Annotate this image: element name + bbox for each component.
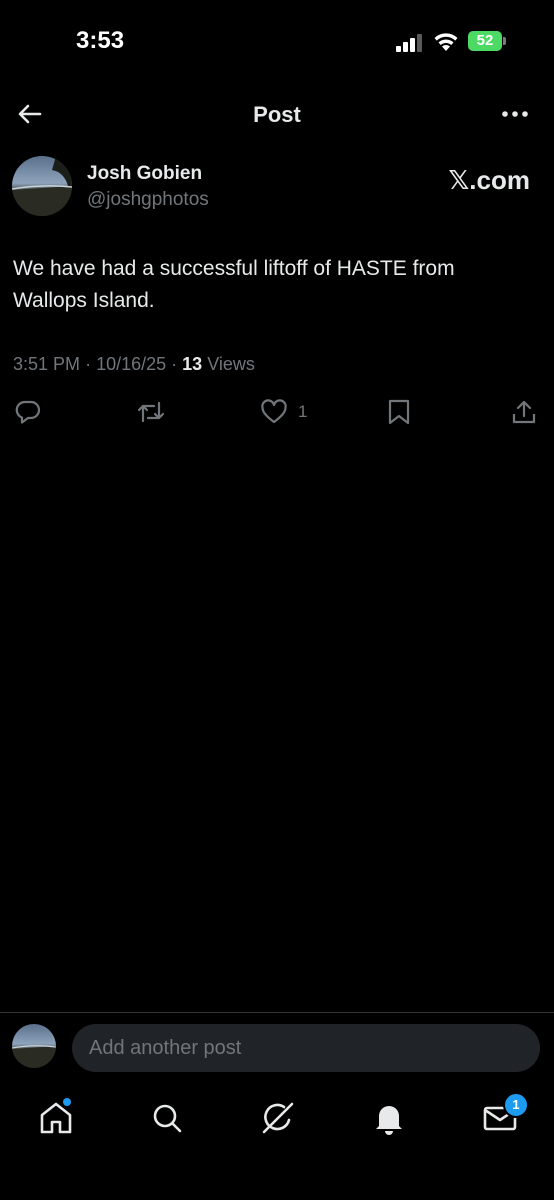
like-count: 1 [298,402,308,421]
home-notification-dot [63,1098,71,1106]
tab-bar: 1 [0,1084,554,1200]
repost-button[interactable] [136,394,166,430]
author-name[interactable]: Josh Gobien [87,163,202,185]
bookmark-icon [388,399,410,425]
avatar[interactable] [12,156,72,216]
bookmark-button[interactable] [386,394,412,430]
battery-level: 52 [476,32,494,49]
author-handle[interactable]: @joshgphotos [87,189,209,211]
composer-avatar[interactable] [12,1024,56,1068]
messages-badge: 1 [503,1092,529,1118]
bell-icon [376,1106,402,1135]
page-title: Post [253,102,301,127]
post-text: We have had a successful liftoff of HAST… [13,257,455,312]
post-actions: 1 [0,394,554,434]
post-date: 10/16/25 [96,354,167,374]
signal-icon [396,34,422,52]
reply-button[interactable] [14,394,42,430]
repost-icon [137,401,165,423]
tab-messages[interactable]: 1 [480,1092,529,1138]
like-button[interactable]: 1 [260,394,307,430]
post-time: 3:51 PM [13,354,81,374]
reply-icon [15,400,41,424]
share-icon [512,400,536,424]
battery-icon: 52 [468,31,506,51]
tab-grok[interactable] [258,1098,298,1138]
status-time: 3:53 [76,27,125,54]
search-icon [153,1104,182,1133]
tab-search[interactable] [147,1098,187,1138]
more-icon[interactable] [500,104,530,124]
grok-icon [262,1102,294,1134]
post-meta: 3:51 PM · 10/16/25 · 13 Views [13,354,255,374]
reply-composer [0,1012,554,1085]
views-count[interactable]: 13 [182,354,202,374]
header: Post [0,84,554,146]
add-post-input[interactable] [72,1024,540,1072]
tab-home[interactable] [36,1098,76,1138]
status-bar: 3:53 52 [0,0,554,84]
tab-notifications[interactable] [369,1098,409,1138]
heart-icon [261,399,287,424]
wifi-icon [434,33,458,51]
views-label[interactable]: Views [207,354,255,374]
share-button[interactable] [510,394,538,430]
source-badge: 𝕏.com [448,165,530,195]
